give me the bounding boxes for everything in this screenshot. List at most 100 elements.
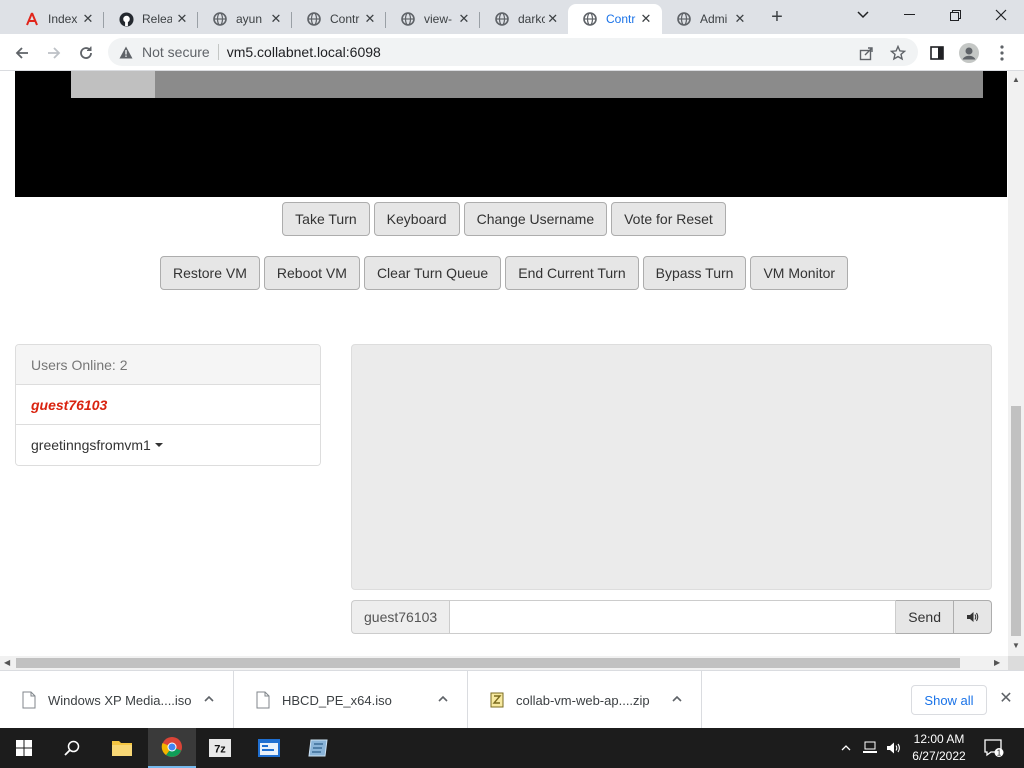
chat-message-input[interactable] [449,600,897,634]
close-window-icon[interactable] [978,0,1024,30]
forward-button[interactable] [41,40,67,66]
vm-manager-icon[interactable] [294,728,342,768]
tab-title: ayun [236,12,263,26]
vm-monitor-button[interactable]: VM Monitor [750,256,849,290]
close-tab-icon[interactable]: ✕ [80,11,96,27]
menu-kebab-icon[interactable] [991,42,1013,64]
file-explorer-icon[interactable] [98,728,146,768]
download-filename: HBCD_PE_x64.iso [282,692,392,708]
url-text[interactable]: vm5.collabnet.local:6098 [227,44,381,60]
back-button[interactable] [9,40,35,66]
reboot-vm-button[interactable]: Reboot VM [263,256,360,290]
notification-center-icon[interactable]: 1 [982,728,1006,768]
tab-admin[interactable]: Admi ✕ [662,4,756,34]
take-turn-button[interactable]: Take Turn [282,202,370,236]
chat-input-group: guest76103 Send [351,600,992,634]
horizontal-scrollbar[interactable]: ◀ ▶ [0,656,1008,670]
clock-date: 6/27/2022 [912,749,966,763]
address-bar[interactable]: Not secure vm5.collabnet.local:6098 [108,38,918,66]
tab-index[interactable]: Index ✕ [10,4,104,34]
keyboard-button[interactable]: Keyboard [373,202,460,236]
close-download-bar-icon[interactable]: ✕ [998,691,1014,707]
tab-title: Contr [606,12,636,26]
new-tab-button[interactable]: + [766,7,788,29]
tab-contr-1[interactable]: Contr ✕ [292,4,386,34]
globe-icon [582,11,598,27]
chrome-icon[interactable] [148,728,196,768]
user-item-dropdown[interactable]: greetinngsfromvm1 [16,425,320,465]
globe-icon [676,11,692,27]
clear-turn-queue-button[interactable]: Clear Turn Queue [363,256,502,290]
vertical-scroll-thumb[interactable] [1011,406,1021,636]
reload-button[interactable] [73,40,99,66]
file-icon [256,691,270,709]
tab-darkc[interactable]: darkc ✕ [480,4,568,34]
profile-avatar-icon[interactable] [958,42,980,64]
side-panel-icon[interactable] [926,42,948,64]
clock-time: 12:00 AM [913,732,965,746]
browser-tab-strip: Index ✕ Relea ✕ ayun ✕ Contr ✕ view- ✕ d… [0,0,1024,34]
close-tab-icon[interactable]: ✕ [638,11,654,27]
vote-for-reset-button[interactable]: Vote for Reset [611,202,726,236]
vm-display[interactable] [15,71,1007,197]
scroll-up-arrow-icon[interactable]: ▲ [1012,75,1020,84]
tab-view[interactable]: view- ✕ [386,4,480,34]
share-icon[interactable] [855,42,877,64]
chevron-up-icon[interactable] [671,693,683,705]
restore-vm-button[interactable]: Restore VM [159,256,260,290]
tab-search-chevron-icon[interactable] [840,0,886,30]
end-current-turn-button[interactable]: End Current Turn [505,256,639,290]
minimize-icon[interactable] [886,0,932,30]
acrobat-icon [24,11,40,27]
network-icon[interactable] [860,728,880,768]
windows-start-icon[interactable] [0,728,48,768]
horizontal-scroll-thumb[interactable] [16,658,960,668]
bypass-turn-button[interactable]: Bypass Turn [642,256,747,290]
scroll-right-arrow-icon[interactable]: ▶ [994,658,1000,667]
download-item[interactable]: collab-vm-web-ap....zip [468,671,702,729]
app-window-icon[interactable] [245,728,293,768]
browser-toolbar: Not secure vm5.collabnet.local:6098 [0,34,1024,71]
send-button[interactable]: Send [896,600,954,634]
close-tab-icon[interactable]: ✕ [545,11,560,27]
zip-file-icon [490,692,504,708]
show-all-downloads-button[interactable]: Show all [911,685,987,715]
speaker-icon[interactable] [954,600,992,634]
download-bar: Windows XP Media....iso HBCD_PE_x64.iso … [0,670,1024,729]
download-item[interactable]: Windows XP Media....iso [0,671,234,729]
scroll-down-arrow-icon[interactable]: ▼ [1012,641,1020,650]
download-filename: collab-vm-web-ap....zip [516,692,650,708]
close-tab-icon[interactable]: ✕ [268,11,284,27]
tab-ayun[interactable]: ayun ✕ [198,4,292,34]
tab-releases[interactable]: Relea ✕ [104,4,198,34]
download-item[interactable]: HBCD_PE_x64.iso [234,671,468,729]
bookmark-star-icon[interactable] [887,42,909,64]
close-tab-icon[interactable]: ✕ [174,11,190,27]
vertical-scrollbar[interactable]: ▲ ▼ [1008,71,1024,656]
chevron-up-icon[interactable] [437,693,449,705]
chat-username-label: guest76103 [351,600,450,634]
system-clock[interactable]: 12:00 AM 6/27/2022 [906,731,972,765]
scroll-left-arrow-icon[interactable]: ◀ [4,658,10,667]
close-tab-icon[interactable]: ✕ [362,11,378,27]
tab-title: Contr [330,12,360,26]
close-tab-icon[interactable]: ✕ [732,11,748,27]
vm-control-row-2: Restore VM Reboot VM Clear Turn Queue En… [0,256,1008,290]
close-tab-icon[interactable]: ✕ [456,11,472,27]
change-username-button[interactable]: Change Username [463,202,608,236]
restore-icon[interactable] [932,0,978,30]
tab-title: darkc [518,12,546,26]
username: greetinngsfromvm1 [31,437,151,453]
tab-contr-active[interactable]: Contr ✕ [568,4,662,34]
volume-icon[interactable] [884,728,904,768]
notification-count: 1 [997,749,1002,758]
show-hidden-icons-chevron[interactable] [838,728,854,768]
user-item-self: guest76103 [16,385,320,425]
chevron-up-icon[interactable] [203,693,215,705]
7zip-icon[interactable]: 7z [196,728,244,768]
warning-icon[interactable] [118,44,134,60]
tab-title: Admi [700,12,728,26]
search-icon[interactable] [48,728,96,768]
vm-control-row-1: Take Turn Keyboard Change Username Vote … [0,202,1008,236]
users-online-header: Users Online: 2 [16,345,320,385]
